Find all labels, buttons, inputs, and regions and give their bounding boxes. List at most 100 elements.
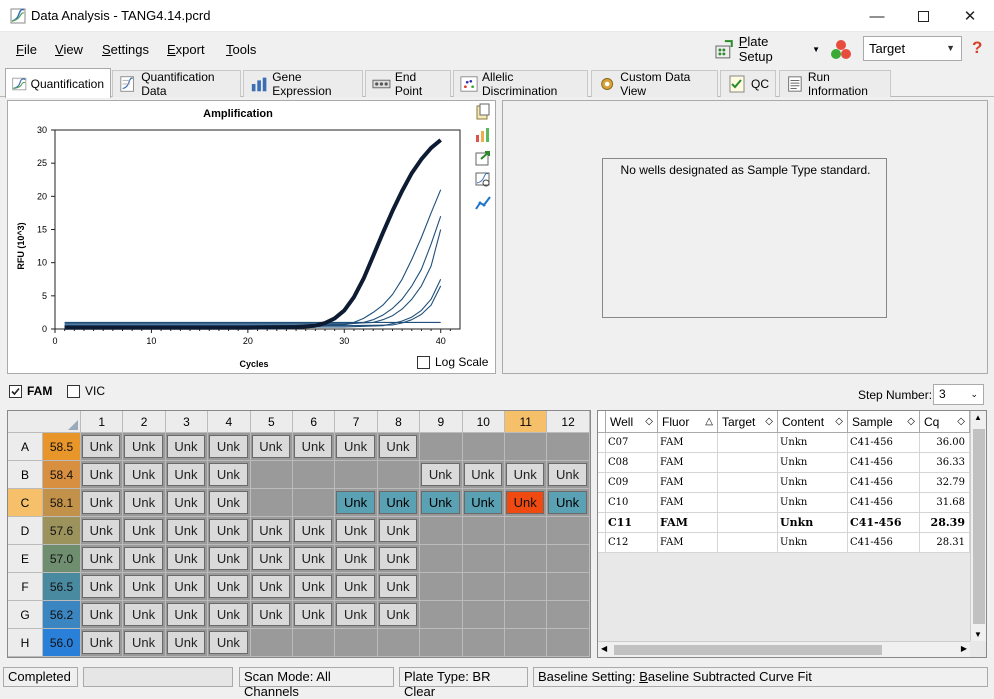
table-cell-fluor[interactable]: FAM bbox=[658, 533, 718, 553]
table-cell-cq[interactable]: 36.00 bbox=[920, 433, 970, 453]
table-cell-content[interactable]: Unkn bbox=[778, 473, 848, 493]
column-header-content[interactable]: Content ◇ bbox=[778, 411, 848, 433]
vic-checkbox[interactable] bbox=[67, 384, 80, 398]
well-button-G8[interactable]: Unk bbox=[378, 603, 418, 626]
chart-options-icon[interactable] bbox=[474, 126, 492, 144]
well-button-C9[interactable]: Unk bbox=[421, 491, 460, 514]
well-button-G1[interactable]: Unk bbox=[82, 603, 121, 626]
column-header-4[interactable]: 4 bbox=[208, 411, 251, 433]
table-cell-well[interactable]: C09 bbox=[606, 473, 658, 493]
row-header-E[interactable]: E bbox=[8, 545, 43, 573]
well-button-H2[interactable]: Unk bbox=[124, 631, 163, 654]
table-cell-well[interactable]: C10 bbox=[606, 493, 658, 513]
vertical-scrollbar[interactable]: ▲ ▼ bbox=[970, 411, 986, 641]
target-select[interactable]: Target ▼ bbox=[863, 36, 962, 61]
column-header-well[interactable]: Well ◇ bbox=[606, 411, 658, 433]
copy-icon[interactable] bbox=[474, 103, 492, 121]
well-button-E2[interactable]: Unk bbox=[124, 547, 163, 570]
well-button-E3[interactable]: Unk bbox=[166, 547, 206, 570]
table-cell-fluor[interactable]: FAM bbox=[658, 433, 718, 453]
well-button-A2[interactable]: Unk bbox=[124, 435, 163, 458]
table-cell-content[interactable]: Unkn bbox=[778, 513, 848, 533]
horizontal-scrollbar[interactable]: ◀ ▶ bbox=[598, 641, 970, 657]
well-button-A7[interactable]: Unk bbox=[336, 435, 375, 458]
fam-toggle[interactable]: FAM bbox=[9, 384, 52, 398]
table-row-selector[interactable] bbox=[598, 473, 606, 493]
scroll-right-icon[interactable]: ▶ bbox=[961, 644, 967, 653]
table-cell-cq[interactable]: 31.68 bbox=[920, 493, 970, 513]
menu-view[interactable]: View bbox=[55, 42, 83, 57]
table-cell-target[interactable] bbox=[718, 473, 778, 493]
table-row-selector[interactable] bbox=[598, 533, 606, 553]
row-header-G[interactable]: G bbox=[8, 601, 43, 629]
table-cell-content[interactable]: Unkn bbox=[778, 493, 848, 513]
zoom-chart-icon[interactable] bbox=[474, 171, 492, 189]
maximize-button[interactable] bbox=[900, 0, 946, 32]
tab-gene-expression[interactable]: Gene Expression bbox=[243, 70, 363, 98]
row-header-A[interactable]: A bbox=[8, 433, 43, 461]
column-header-6[interactable]: 6 bbox=[293, 411, 336, 433]
well-button-B1[interactable]: Unk bbox=[82, 463, 121, 486]
well-button-F7[interactable]: Unk bbox=[336, 575, 375, 598]
column-header-12[interactable]: 12 bbox=[547, 411, 590, 433]
table-cell-sample[interactable]: C41-456 bbox=[848, 533, 920, 553]
well-button-F6[interactable]: Unk bbox=[294, 575, 333, 598]
table-cell-well[interactable]: C11 bbox=[606, 513, 658, 533]
well-button-E8[interactable]: Unk bbox=[378, 547, 418, 570]
well-button-A4[interactable]: Unk bbox=[209, 435, 248, 458]
amplification-chart[interactable]: 0 10 20 30 40 0 5 10 15 20 25 30 Cycles RFU (10^3) bbox=[8, 101, 495, 373]
table-cell-sample[interactable]: C41-456 bbox=[848, 453, 920, 473]
well-button-H3[interactable]: Unk bbox=[166, 631, 206, 654]
table-cell-target[interactable] bbox=[718, 433, 778, 453]
well-button-B11[interactable]: Unk bbox=[506, 463, 545, 486]
well-button-G2[interactable]: Unk bbox=[124, 603, 163, 626]
vic-toggle[interactable]: VIC bbox=[67, 384, 105, 398]
well-button-G6[interactable]: Unk bbox=[294, 603, 333, 626]
well-button-H1[interactable]: Unk bbox=[82, 631, 121, 654]
table-cell-target[interactable] bbox=[718, 453, 778, 473]
table-row-selector[interactable] bbox=[598, 513, 606, 533]
menu-file[interactable]: File bbox=[16, 42, 37, 57]
minimize-button[interactable]: — bbox=[854, 0, 900, 32]
column-header-sample[interactable]: Sample ◇ bbox=[848, 411, 920, 433]
table-cell-sample[interactable]: C41-456 bbox=[848, 433, 920, 453]
well-button-C3[interactable]: Unk bbox=[166, 491, 206, 514]
well-button-C11[interactable]: Unk bbox=[506, 491, 545, 514]
well-button-B3[interactable]: Unk bbox=[166, 463, 206, 486]
row-header-F[interactable]: F bbox=[8, 573, 43, 601]
well-button-D1[interactable]: Unk bbox=[82, 519, 121, 542]
well-button-F5[interactable]: Unk bbox=[251, 575, 290, 598]
well-button-D7[interactable]: Unk bbox=[336, 519, 375, 542]
fam-checkbox[interactable] bbox=[9, 384, 22, 398]
table-cell-target[interactable] bbox=[718, 533, 778, 553]
table-cell-fluor[interactable]: FAM bbox=[658, 453, 718, 473]
well-button-C1[interactable]: Unk bbox=[82, 491, 121, 514]
table-cell-well[interactable]: C07 bbox=[606, 433, 658, 453]
well-button-C2[interactable]: Unk bbox=[124, 491, 163, 514]
curve-fit-icon[interactable] bbox=[474, 194, 492, 212]
table-cell-fluor[interactable]: FAM bbox=[658, 473, 718, 493]
table-cell-sample[interactable]: C41-456 bbox=[848, 493, 920, 513]
well-button-C12[interactable]: Unk bbox=[548, 491, 587, 514]
well-button-B10[interactable]: Unk bbox=[463, 463, 502, 486]
well-button-D3[interactable]: Unk bbox=[166, 519, 206, 542]
column-header-10[interactable]: 10 bbox=[462, 411, 505, 433]
well-button-A1[interactable]: Unk bbox=[82, 435, 121, 458]
tab-quantification-data[interactable]: Quantification Data bbox=[112, 70, 241, 98]
table-cell-fluor[interactable]: FAM bbox=[658, 493, 718, 513]
table-cell-cq[interactable]: 36.33 bbox=[920, 453, 970, 473]
well-button-A3[interactable]: Unk bbox=[166, 435, 206, 458]
well-button-C4[interactable]: Unk bbox=[209, 491, 248, 514]
well-button-A5[interactable]: Unk bbox=[251, 435, 290, 458]
well-button-C8[interactable]: Unk bbox=[378, 491, 418, 514]
table-cell-well[interactable]: C12 bbox=[606, 533, 658, 553]
well-button-G7[interactable]: Unk bbox=[336, 603, 375, 626]
table-cell-content[interactable]: Unkn bbox=[778, 453, 848, 473]
table-row-selector[interactable] bbox=[598, 433, 606, 453]
column-header-2[interactable]: 2 bbox=[123, 411, 166, 433]
step-number-select[interactable]: 3 ⌄ bbox=[933, 384, 984, 405]
well-button-A8[interactable]: Unk bbox=[378, 435, 418, 458]
column-header-9[interactable]: 9 bbox=[420, 411, 463, 433]
log-scale-checkbox[interactable] bbox=[417, 355, 430, 369]
table-cell-cq[interactable]: 28.31 bbox=[920, 533, 970, 553]
